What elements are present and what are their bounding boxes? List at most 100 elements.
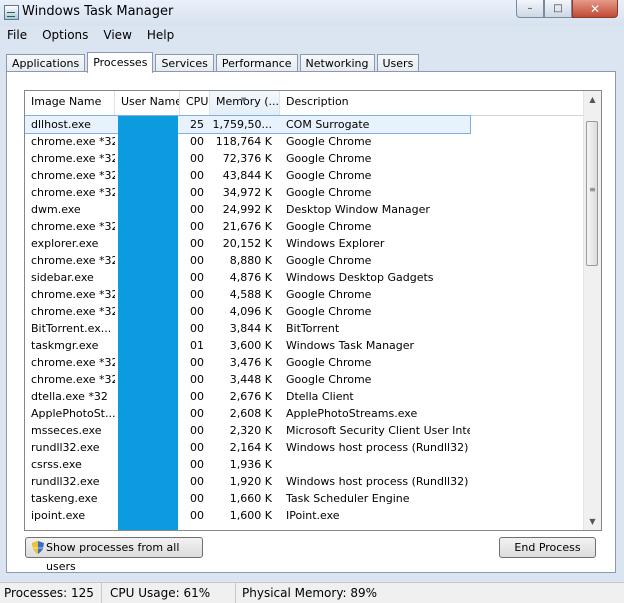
- scroll-down-icon[interactable]: ▼: [584, 513, 601, 530]
- cell-image-name: rundll32.exe: [31, 475, 100, 488]
- table-row[interactable]: chrome.exe *32 00 72,376 K Google Chrome: [25, 150, 585, 167]
- cell-description: IPoint.exe: [286, 509, 340, 522]
- table-row[interactable]: explorer.exe 00 20,152 K Windows Explorer: [25, 235, 585, 252]
- cell-memory: 1,920 K: [229, 475, 272, 488]
- scrollbar-thumb[interactable]: ≡: [586, 121, 598, 266]
- menu-options[interactable]: Options: [35, 26, 96, 46]
- table-row[interactable]: chrome.exe *32 00 8,880 K Google Chrome: [25, 252, 585, 269]
- table-row[interactable]: rundll32.exe 00 2,164 K Windows host proces…: [25, 439, 585, 456]
- end-process-button[interactable]: End Process: [499, 537, 596, 558]
- cell-description: Google Chrome: [286, 254, 372, 267]
- window-controls: – □ ✕: [516, 0, 618, 19]
- table-row[interactable]: taskeng.exe 00 1,660 K Task Scheduler Engin…: [25, 490, 585, 507]
- cell-image-name: BitTorrent.ex...: [31, 322, 112, 335]
- column-header-memory[interactable]: ▼ Memory (...: [210, 91, 280, 115]
- cell-cpu: 00: [190, 509, 204, 522]
- cell-cpu: 00: [190, 322, 204, 335]
- table-row[interactable]: chrome.exe *32 00 118,764 K Google Chrome: [25, 133, 585, 150]
- cell-cpu: 00: [190, 475, 204, 488]
- table-row[interactable]: msseces.exe 00 2,320 K Microsoft Security C…: [25, 422, 585, 439]
- table-row[interactable]: ApplePhotoSt... 00 2,608 K ApplePhotoStream…: [25, 405, 585, 422]
- cell-memory: 3,448 K: [229, 373, 272, 386]
- menu-file[interactable]: File: [0, 26, 35, 46]
- status-physical-memory: Physical Memory: 89%: [242, 586, 378, 600]
- cell-cpu: 00: [190, 356, 204, 369]
- maximize-button[interactable]: □: [544, 0, 572, 18]
- uac-shield-icon: [32, 541, 44, 554]
- column-header-description[interactable]: Description: [280, 91, 585, 115]
- close-button[interactable]: ✕: [572, 0, 618, 18]
- cell-image-name: chrome.exe *32: [31, 152, 115, 165]
- cell-cpu: 00: [190, 135, 204, 148]
- cell-memory: 1,936 K: [229, 458, 272, 471]
- show-all-processes-label: Show processes from all users: [46, 541, 180, 573]
- cell-description: BitTorrent: [286, 322, 340, 335]
- cell-memory: 2,676 K: [229, 390, 272, 403]
- show-all-processes-button[interactable]: Show processes from all users: [25, 537, 203, 573]
- cell-description: Windows Task Manager: [286, 339, 415, 352]
- cell-cpu: 00: [190, 492, 204, 505]
- table-row[interactable]: chrome.exe *32 00 3,476 K Google Chrome: [25, 354, 585, 371]
- minimize-button[interactable]: –: [516, 0, 544, 18]
- redacted-user-names: [118, 116, 178, 530]
- status-processes: Processes: 125: [0, 583, 102, 603]
- cell-image-name: chrome.exe *32: [31, 305, 115, 318]
- table-row[interactable]: ipoint.exe 00 1,600 K IPoint.exe: [25, 507, 585, 524]
- table-row[interactable]: csrss.exe 00 1,936 K: [25, 456, 585, 473]
- cell-image-name: chrome.exe *32: [31, 254, 115, 267]
- column-header-cpu[interactable]: CPU: [180, 91, 210, 115]
- cell-image-name: dwm.exe: [31, 203, 81, 216]
- menu-view[interactable]: View: [96, 26, 139, 46]
- column-header-memory-label: Memory (...: [216, 95, 280, 108]
- cell-description: Microsoft Security Client User Inte...: [286, 424, 470, 437]
- cell-memory: 20,152 K: [222, 237, 272, 250]
- cell-cpu: 00: [190, 288, 204, 301]
- cell-image-name: sidebar.exe: [31, 271, 94, 284]
- menu-help[interactable]: Help: [140, 26, 182, 46]
- table-row[interactable]: dllhost.exe 25 1,759,50... COM Surrogate: [25, 115, 585, 134]
- cell-description: Google Chrome: [286, 152, 372, 165]
- table-row[interactable]: dwm.exe 00 24,992 K Desktop Window Manager: [25, 201, 585, 218]
- cell-image-name: dllhost.exe: [31, 118, 91, 131]
- table-row[interactable]: chrome.exe *32 00 4,096 K Google Chrome: [25, 303, 585, 320]
- cell-memory: 2,608 K: [229, 407, 272, 420]
- column-header-image-name[interactable]: Image Name: [25, 91, 115, 115]
- table-row[interactable]: taskmgr.exe 01 3,600 K Windows Task Manager: [25, 337, 585, 354]
- cell-memory: 2,320 K: [229, 424, 272, 437]
- table-row[interactable]: sidebar.exe 00 4,876 K Windows Desktop Gadg…: [25, 269, 585, 286]
- vertical-scrollbar[interactable]: ▲ ≡ ▼: [583, 91, 601, 530]
- window-title: Windows Task Manager: [22, 4, 174, 19]
- table-row[interactable]: chrome.exe *32 00 43,844 K Google Chrome: [25, 167, 585, 184]
- scroll-up-icon[interactable]: ▲: [584, 91, 601, 108]
- cell-description: Google Chrome: [286, 288, 372, 301]
- tab-processes[interactable]: Processes: [87, 52, 154, 73]
- status-bar: Processes: 125 CPU Usage: 61% Physical M…: [0, 582, 624, 603]
- table-row[interactable]: rundll32.exe 00 1,920 K Windows host proces…: [25, 473, 585, 490]
- cell-description: Windows host process (Rundll32): [286, 441, 469, 454]
- cell-memory: 3,844 K: [229, 322, 272, 335]
- cell-image-name: explorer.exe: [31, 237, 99, 250]
- cell-memory: 4,876 K: [229, 271, 272, 284]
- cell-memory: 3,476 K: [229, 356, 272, 369]
- tab-strip: Applications Processes Services Performa…: [6, 52, 421, 73]
- cell-description: [280, 456, 470, 473]
- process-list[interactable]: Image Name User Name CPU ▼ Memory (... D…: [24, 90, 602, 531]
- cell-cpu: 00: [190, 407, 204, 420]
- table-row[interactable]: dtella.exe *32 00 2,676 K Dtella Client: [25, 388, 585, 405]
- title-bar[interactable]: Windows Task Manager – □ ✕: [0, 0, 624, 26]
- table-row[interactable]: chrome.exe *32 00 34,972 K Google Chrome: [25, 184, 585, 201]
- table-row[interactable]: chrome.exe *32 00 3,448 K Google Chrome: [25, 371, 585, 388]
- cell-description: Google Chrome: [286, 169, 372, 182]
- table-row[interactable]: chrome.exe *32 00 4,588 K Google Chrome: [25, 286, 585, 303]
- cell-cpu: 00: [190, 186, 204, 199]
- column-header-row: Image Name User Name CPU ▼ Memory (... D…: [25, 91, 585, 116]
- cell-description: Google Chrome: [286, 186, 372, 199]
- cell-image-name: chrome.exe *32: [31, 373, 115, 386]
- cell-cpu: 00: [190, 220, 204, 233]
- column-header-user-name[interactable]: User Name: [115, 91, 180, 115]
- table-row[interactable]: BitTorrent.ex... 00 3,844 K BitTorrent: [25, 320, 585, 337]
- cell-cpu: 00: [190, 271, 204, 284]
- cell-memory: 1,660 K: [229, 492, 272, 505]
- cell-memory: 1,600 K: [229, 509, 272, 522]
- table-row[interactable]: chrome.exe *32 00 21,676 K Google Chrome: [25, 218, 585, 235]
